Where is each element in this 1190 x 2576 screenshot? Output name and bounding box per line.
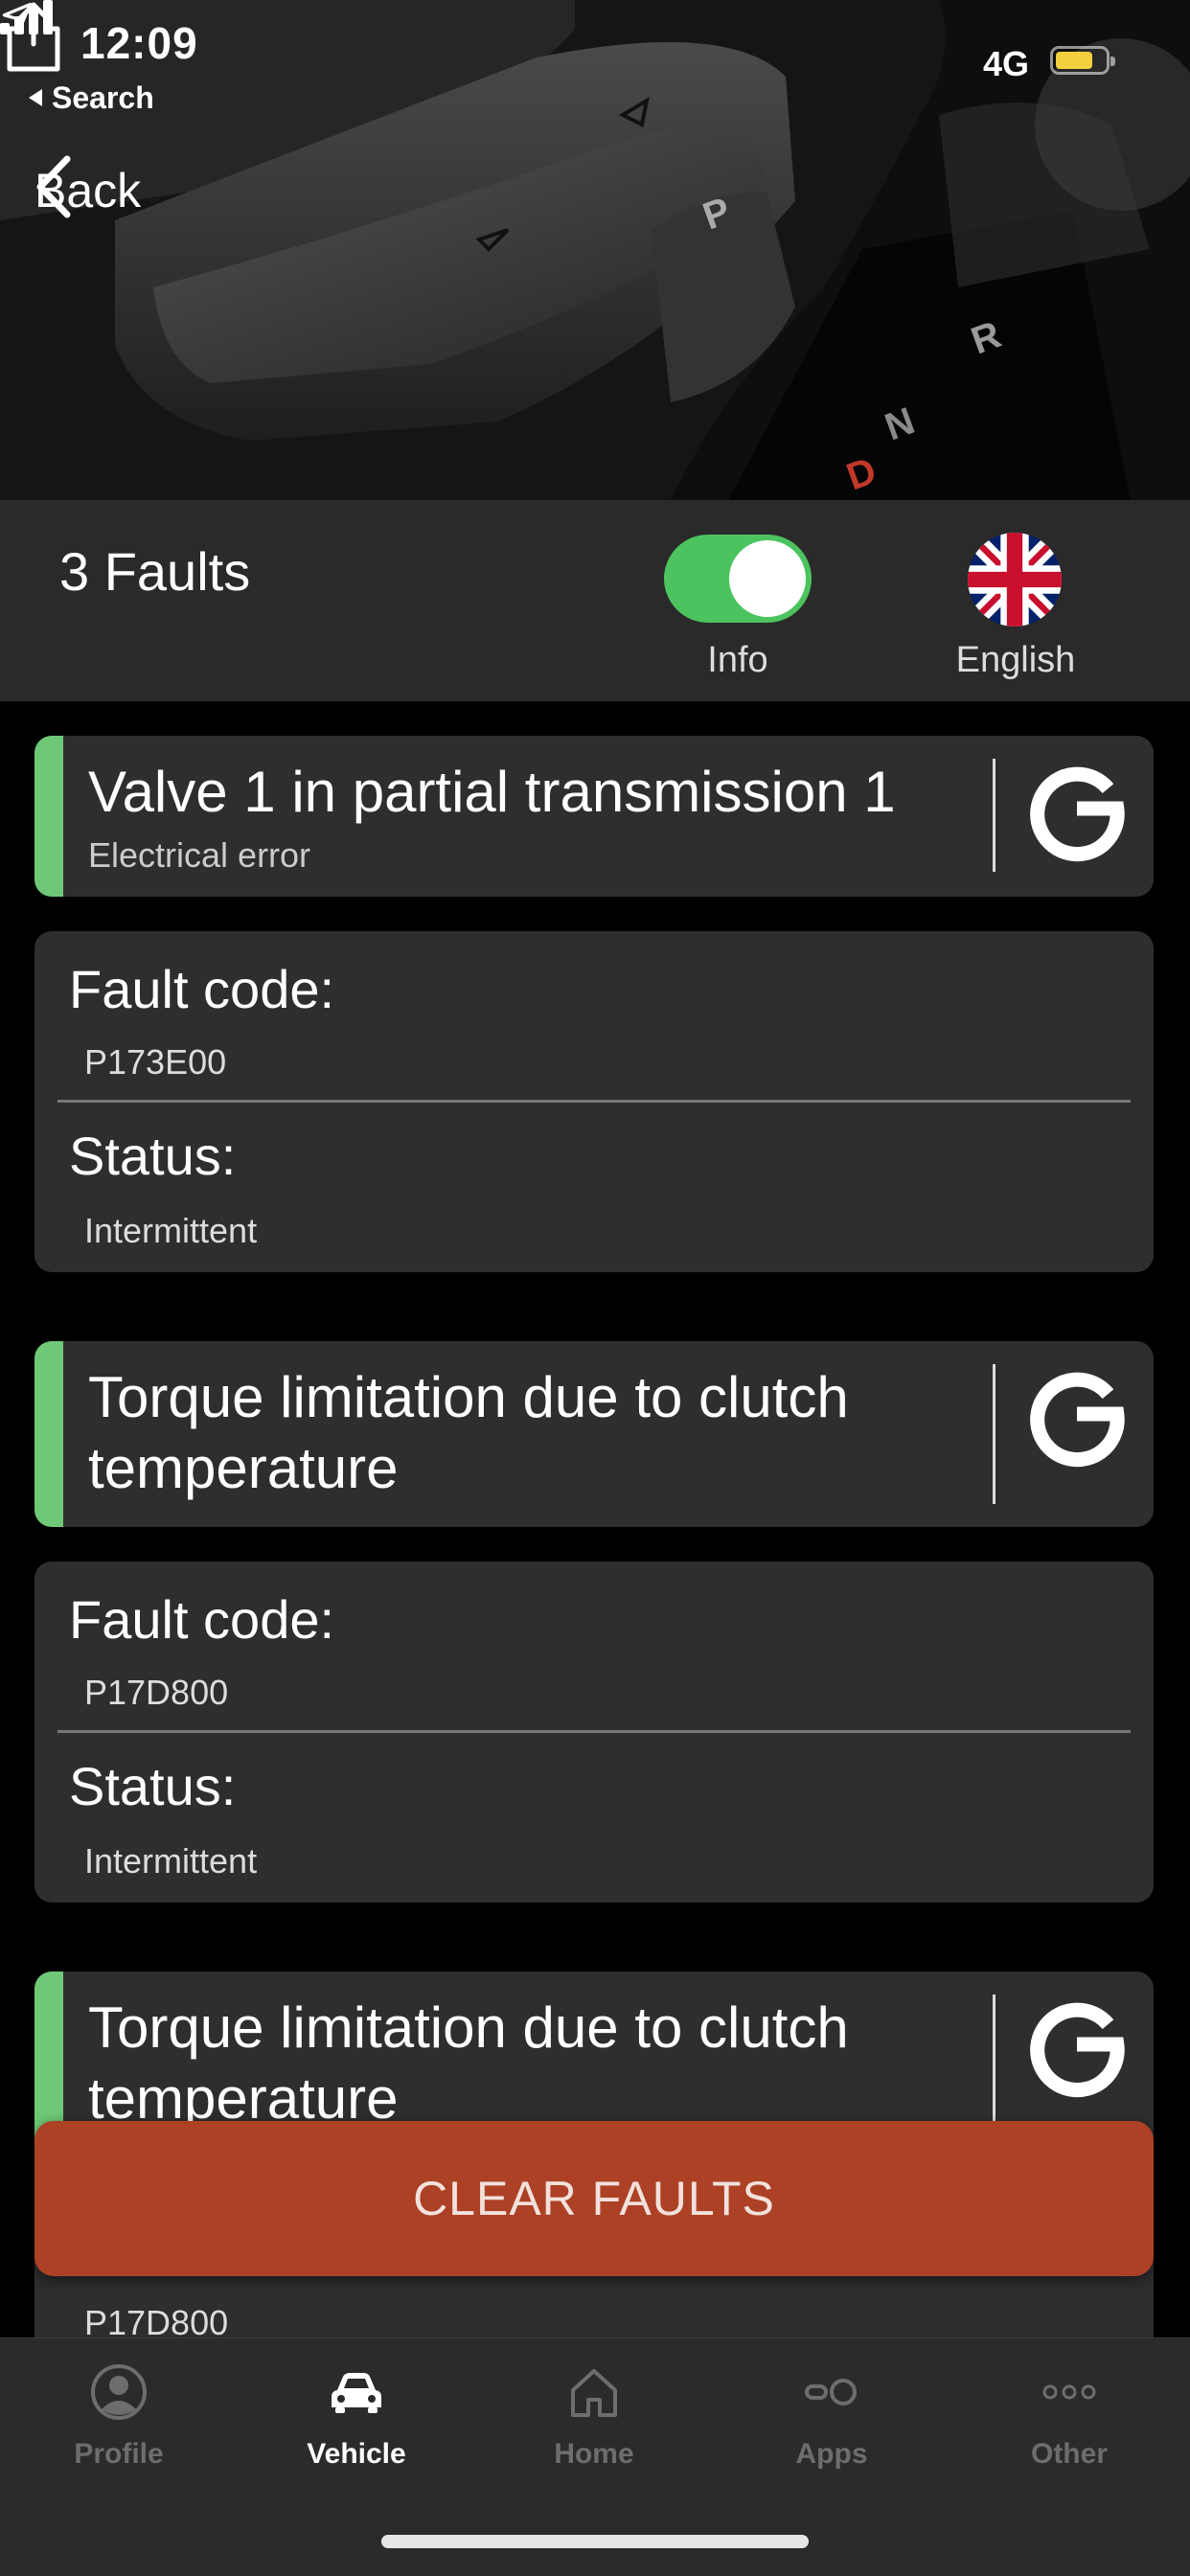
language-label: English (955, 640, 1076, 680)
tab-apps[interactable]: Apps (713, 2338, 950, 2501)
fault-title-card[interactable]: Torque limitation due to clutch temperat… (34, 1341, 1154, 1527)
network-label: 4G (983, 44, 1030, 83)
fault-code-value: P173E00 (84, 1042, 227, 1082)
fault-accent-bar (34, 1341, 63, 1527)
status-time: 12:09 (80, 18, 198, 68)
info-toggle[interactable] (664, 535, 812, 623)
fault-title-card[interactable]: Valve 1 in partial transmission 1 Electr… (34, 736, 1154, 897)
divider (57, 1730, 1131, 1733)
status-label: Status: (69, 1756, 237, 1816)
battery-icon (1050, 46, 1115, 75)
status-value: Intermittent (84, 1841, 258, 1881)
back-app-label: Search (52, 80, 154, 115)
divider (57, 1100, 1131, 1103)
fault-title: Valve 1 in partial transmission 1 (88, 760, 896, 824)
apps-icon (805, 2379, 857, 2405)
home-indicator (381, 2535, 809, 2548)
uk-flag-icon[interactable] (968, 533, 1062, 627)
back-triangle-icon (29, 89, 42, 106)
car-icon (332, 2373, 381, 2413)
faults-summary-bar: 3 Faults Info English (0, 500, 1190, 701)
chevron-left-icon (36, 155, 71, 218)
google-translate-icon[interactable] (1021, 1358, 1133, 1470)
tab-label: Apps (795, 2438, 868, 2470)
clear-faults-button[interactable]: CLEAR FAULTS (34, 2121, 1154, 2276)
divider (993, 1995, 995, 2134)
tab-profile[interactable]: Profile (0, 2338, 238, 2501)
status-label: Status: (69, 1126, 237, 1186)
status-value: Intermittent (84, 1211, 258, 1250)
back-to-app-link[interactable]: Search (29, 80, 154, 116)
info-toggle-label: Info (707, 640, 768, 680)
faults-count: 3 Faults (59, 541, 251, 602)
divider (993, 759, 995, 872)
tab-label: Home (554, 2438, 634, 2470)
fault-code-label: Fault code: (69, 959, 335, 1019)
fault-detail-card: Fault code: P17D800 Status: Intermittent (34, 1562, 1154, 1903)
fault-accent-bar (34, 736, 63, 897)
tab-vehicle[interactable]: Vehicle (238, 2338, 475, 2501)
profile-icon (91, 2364, 147, 2420)
toggle-knob (729, 540, 806, 617)
home-icon (571, 2369, 617, 2417)
fault-detail-card: Fault code: P173E00 Status: Intermittent (34, 931, 1154, 1272)
more-icon (1042, 2384, 1096, 2400)
back-button[interactable]: Back (34, 155, 141, 226)
fault-code-label: Fault code: (69, 1589, 335, 1650)
fault-title: Torque limitation due to clutch temperat… (88, 1995, 849, 2131)
tab-label: Other (1030, 2438, 1108, 2470)
divider (993, 1364, 995, 1504)
google-translate-icon[interactable] (1021, 753, 1133, 864)
tab-home[interactable]: Home (475, 2338, 713, 2501)
tab-other[interactable]: Other (950, 2338, 1188, 2501)
fault-subtitle: Electrical error (88, 835, 311, 875)
google-translate-icon[interactable] (1021, 1989, 1133, 2100)
fault-code-value: P17D800 (84, 1673, 229, 1712)
header-image: P R N D 12:09 Search 4G Back (0, 0, 1190, 500)
fault-title: Torque limitation due to clutch temperat… (88, 1365, 849, 1500)
tab-label: Vehicle (307, 2438, 406, 2470)
tab-label: Profile (74, 2438, 164, 2470)
status-bar: 12:09 Search 4G (0, 0, 1190, 134)
share-icon[interactable] (0, 0, 67, 73)
